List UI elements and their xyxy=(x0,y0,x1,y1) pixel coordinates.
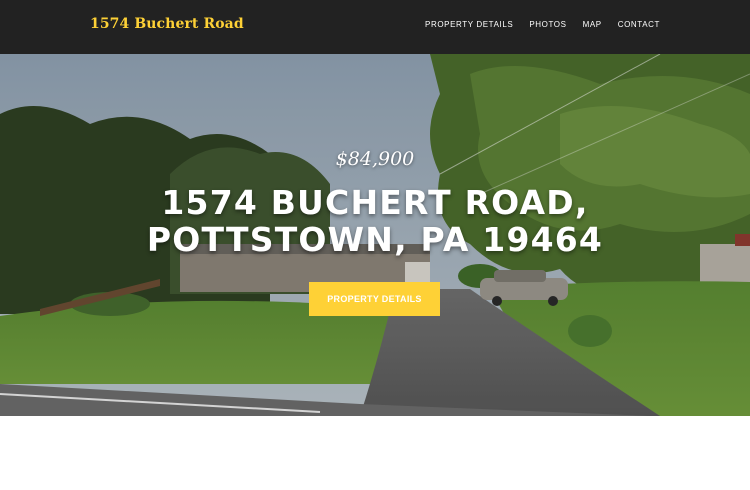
nav-link-property-details[interactable]: PROPERTY DETAILS xyxy=(425,20,513,29)
address-title: 1574 BUCHERT ROAD, POTTSTOWN, PA 19464 xyxy=(0,184,750,258)
address-line-1: 1574 BUCHERT ROAD, xyxy=(161,183,589,222)
nav-link-contact[interactable]: CONTACT xyxy=(618,20,660,29)
brand-link[interactable]: 1574 Buchert Road xyxy=(90,16,244,32)
address-line-2: POTTSTOWN, PA 19464 xyxy=(146,220,604,259)
price: $84,900 xyxy=(335,148,415,170)
hero-section: $84,900 1574 BUCHERT ROAD, POTTSTOWN, PA… xyxy=(0,54,750,416)
navbar: 1574 Buchert Road PROPERTY DETAILS PHOTO… xyxy=(0,0,750,54)
nav-links: PROPERTY DETAILS PHOTOS MAP CONTACT xyxy=(425,20,660,29)
property-details-button[interactable]: PROPERTY DETAILS xyxy=(309,282,440,316)
nav-link-map[interactable]: MAP xyxy=(583,20,602,29)
nav-link-photos[interactable]: PHOTOS xyxy=(529,20,566,29)
